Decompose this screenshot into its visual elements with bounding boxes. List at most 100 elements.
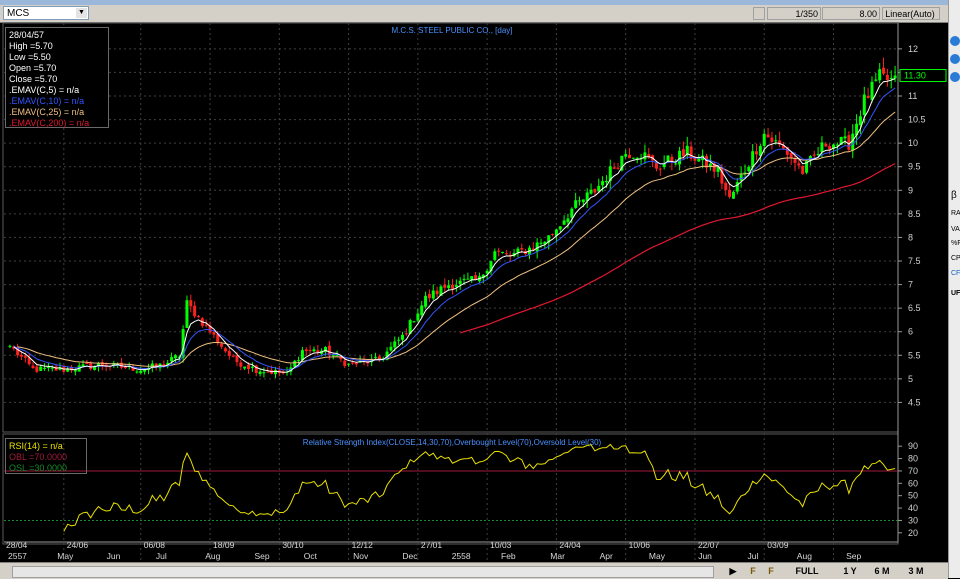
symbol-selector[interactable]: MCS ▼: [3, 6, 89, 20]
candle-body: [847, 135, 851, 150]
range-3m-button[interactable]: 3 M: [904, 564, 928, 578]
candle-body: [308, 350, 312, 352]
rsi-obl: OBL =70.0000: [9, 452, 67, 462]
candle-body: [616, 167, 620, 169]
candle-body: [724, 183, 728, 190]
x-month-label: Feb: [501, 551, 516, 561]
rp-item-pf: %F: [951, 240, 960, 247]
candle-body: [628, 154, 632, 159]
x-month-label: Aug: [205, 551, 220, 561]
candle-body: [870, 81, 874, 100]
x-month-label: Aug: [797, 551, 812, 561]
rp-item-uf: UF: [951, 290, 960, 297]
candle-body: [797, 163, 801, 166]
candle-body: [258, 371, 262, 375]
candle-body: [862, 94, 866, 116]
candle-body: [728, 189, 732, 197]
candle-body: [193, 305, 197, 317]
candle-body: [443, 284, 447, 288]
candle-body: [735, 182, 739, 192]
ema5-line: [13, 78, 896, 373]
candle-body: [458, 280, 462, 285]
candle-body: [262, 372, 266, 374]
candle-body: [316, 350, 320, 353]
toolbar-spacer-field: [753, 7, 765, 20]
value-field[interactable]: 8.00: [822, 7, 880, 20]
candle-body: [474, 275, 478, 280]
candle-body: [789, 152, 793, 159]
scroll-right-icon[interactable]: ▶: [728, 564, 738, 578]
x-month-label: Sep: [255, 551, 270, 561]
candle-body: [404, 333, 408, 335]
bottom-bar: ▶ F F FULL 1 Y 6 M 3 M: [0, 562, 948, 579]
rsi-tick-label: 90: [908, 441, 918, 451]
rsi-line: [63, 443, 896, 532]
candle-body: [227, 351, 231, 356]
candle-body: [612, 167, 616, 169]
candle-body: [173, 355, 177, 359]
fast-forward-icon[interactable]: F: [764, 564, 778, 578]
candle-body: [427, 293, 431, 299]
chevron-down-icon[interactable]: ▼: [76, 8, 87, 18]
candle-body: [389, 346, 393, 351]
candle-body: [624, 154, 628, 157]
candle-body: [874, 79, 878, 81]
price-tick-label: 6: [908, 327, 913, 337]
ema10-line: [13, 87, 896, 371]
candle-body: [497, 250, 501, 252]
price-tick-label: 9: [908, 185, 913, 195]
candle-body: [812, 154, 816, 156]
candle-body: [170, 357, 174, 362]
candle-body: [551, 234, 555, 236]
candle-body: [73, 370, 77, 372]
x-month-label: Nov: [353, 551, 369, 561]
rsi-tick-label: 80: [908, 454, 918, 464]
candle-body: [354, 362, 358, 365]
price-tick-label: 4.5: [908, 397, 921, 407]
candle-body: [597, 185, 601, 192]
chart-title: M.C.S. STEEL PUBLIC CO., [day]: [391, 26, 512, 35]
range-full-button[interactable]: FULL: [792, 564, 822, 578]
candle-body: [681, 149, 685, 157]
rsi-tick-label: 40: [908, 503, 918, 513]
x-month-label: May: [649, 551, 666, 561]
info-close: Close =5.70: [9, 74, 58, 84]
candle-body: [189, 300, 193, 307]
price-tick-label: 8: [908, 232, 913, 242]
info-date: 28/04/57: [9, 30, 45, 40]
rp-item-beta: β: [951, 190, 957, 201]
range-1y-button[interactable]: 1 Y: [838, 564, 862, 578]
candle-body: [454, 285, 458, 288]
last-price-label: 11.30: [904, 71, 926, 81]
candle-body: [747, 166, 751, 172]
page-indicator: 1/350: [767, 7, 821, 20]
range-6m-button[interactable]: 6 M: [870, 564, 894, 578]
candle-body: [801, 165, 805, 174]
candle-body: [631, 157, 635, 159]
zoom-icon[interactable]: [950, 36, 960, 46]
zoom-in-icon[interactable]: [950, 54, 960, 64]
x-month-label: Oct: [304, 551, 318, 561]
rp-item-cp: CP: [951, 255, 960, 262]
candle-body: [539, 242, 543, 244]
zoom-out-icon[interactable]: [950, 72, 960, 82]
candle-body: [416, 313, 420, 321]
candle-body: [731, 191, 735, 199]
candle-body: [185, 300, 189, 328]
candle-body: [412, 321, 416, 323]
price-tick-label: 7.5: [908, 256, 921, 266]
info-ema10: .EMAV(C,10) = n/a: [9, 96, 85, 106]
scale-mode-selector[interactable]: Linear(Auto): [882, 7, 940, 20]
candle-body: [882, 67, 886, 74]
candle-body: [520, 248, 524, 250]
price-tick-label: 6.5: [908, 303, 921, 313]
info-ema200: .EMAV(C,200) = n/a: [9, 118, 90, 128]
candle-body: [493, 251, 497, 260]
chart-toolbar: MCS ▼ 1/350 8.00 Linear(Auto): [0, 5, 948, 23]
forward-icon[interactable]: F: [746, 564, 760, 578]
candle-body: [43, 367, 47, 369]
horizontal-scrollbar[interactable]: [12, 566, 714, 578]
price-chart[interactable]: 4.555.566.577.588.599.51010.51111.512M.C…: [0, 22, 948, 562]
rsi-tick-label: 70: [908, 466, 918, 476]
chart-area[interactable]: 4.555.566.577.588.599.51010.51111.512M.C…: [0, 22, 948, 562]
